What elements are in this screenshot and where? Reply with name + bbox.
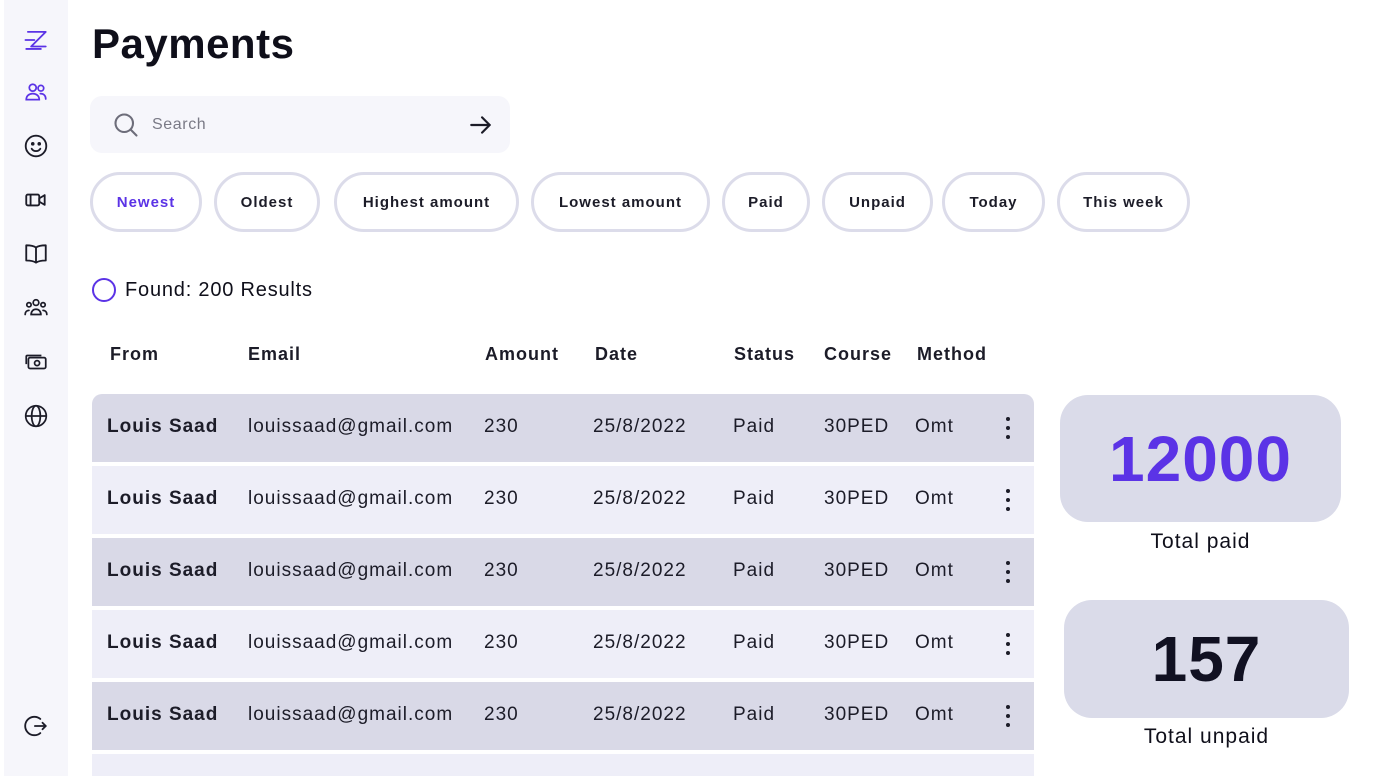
cell-email: louissaad@gmail.com	[248, 560, 454, 581]
total-paid-label: Total paid	[1150, 530, 1251, 553]
cell-email: louissaad@gmail.com	[248, 632, 454, 653]
cell-email: louissaad@gmail.com	[248, 704, 454, 725]
cell-date: 25/8/2022	[593, 416, 687, 437]
cell-course: 30PED	[824, 488, 890, 509]
filter-highest-amount[interactable]: Highest amount	[334, 172, 519, 232]
filter-paid[interactable]: Paid	[722, 172, 810, 232]
more-options-icon[interactable]	[998, 630, 1018, 658]
total-unpaid-label: Total unpaid	[1143, 725, 1270, 748]
logout-icon[interactable]	[20, 710, 52, 742]
cell-method: Omt	[915, 632, 954, 653]
table-row[interactable]: Louis Saad louissaad@gmail.com 230 25/8/…	[92, 682, 1034, 750]
globe-icon[interactable]	[20, 400, 52, 432]
cell-from: Louis Saad	[107, 560, 219, 581]
sidebar	[4, 0, 68, 776]
table-row[interactable]: Louis Saad louissaad@gmail.com 230 25/8/…	[92, 538, 1034, 606]
cell-amount: 230	[484, 704, 519, 725]
total-paid-value: 12000	[1060, 395, 1341, 522]
results-count-text: Found: 200 Results	[125, 278, 313, 301]
search-icon	[114, 113, 138, 137]
cell-course: 30PED	[824, 416, 890, 437]
filter-this-week[interactable]: This week	[1057, 172, 1190, 232]
filter-lowest-amount[interactable]: Lowest amount	[531, 172, 710, 232]
payments-icon[interactable]	[20, 346, 52, 378]
cell-status: Paid	[733, 416, 776, 437]
table-row[interactable]	[92, 754, 1034, 776]
col-course[interactable]: Course	[824, 344, 892, 365]
table-row[interactable]: Louis Saad louissaad@gmail.com 230 25/8/…	[92, 466, 1034, 534]
cell-course: 30PED	[824, 632, 890, 653]
results-count: Found: 200 Results	[92, 278, 313, 302]
filter-unpaid[interactable]: Unpaid	[822, 172, 933, 232]
cell-status: Paid	[733, 560, 776, 581]
cell-amount: 230	[484, 560, 519, 581]
page-title: Payments	[92, 20, 295, 67]
cell-from: Louis Saad	[107, 632, 219, 653]
cell-amount: 230	[484, 632, 519, 653]
cell-from: Louis Saad	[107, 416, 219, 437]
cell-course: 30PED	[824, 560, 890, 581]
col-amount[interactable]: Amount	[485, 344, 559, 365]
cell-date: 25/8/2022	[593, 632, 687, 653]
cell-from: Louis Saad	[107, 488, 219, 509]
filter-oldest[interactable]: Oldest	[214, 172, 320, 232]
cell-date: 25/8/2022	[593, 560, 687, 581]
cell-course: 30PED	[824, 704, 890, 725]
cell-method: Omt	[915, 560, 954, 581]
table-row[interactable]: Louis Saad louissaad@gmail.com 230 25/8/…	[92, 394, 1034, 462]
more-options-icon[interactable]	[998, 558, 1018, 586]
cell-amount: 230	[484, 416, 519, 437]
table-row[interactable]: Louis Saad louissaad@gmail.com 230 25/8/…	[92, 610, 1034, 678]
more-options-icon[interactable]	[998, 702, 1018, 730]
cell-from: Louis Saad	[107, 704, 219, 725]
cell-method: Omt	[915, 488, 954, 509]
col-status[interactable]: Status	[734, 344, 795, 365]
cell-status: Paid	[733, 704, 776, 725]
filter-newest[interactable]: Newest	[90, 172, 202, 232]
total-unpaid-value: 157	[1064, 600, 1349, 718]
col-date[interactable]: Date	[595, 344, 638, 365]
logo-icon[interactable]	[20, 24, 52, 56]
arrow-right-icon[interactable]	[468, 112, 494, 138]
cell-status: Paid	[733, 488, 776, 509]
more-options-icon[interactable]	[998, 414, 1018, 442]
spinner-icon	[92, 278, 116, 302]
cell-email: louissaad@gmail.com	[248, 416, 454, 437]
col-method[interactable]: Method	[917, 344, 987, 365]
smile-icon[interactable]	[20, 130, 52, 162]
group-icon[interactable]	[20, 292, 52, 324]
col-email[interactable]: Email	[248, 344, 301, 365]
cell-date: 25/8/2022	[593, 704, 687, 725]
cell-method: Omt	[915, 416, 954, 437]
cell-status: Paid	[733, 632, 776, 653]
book-icon[interactable]	[20, 238, 52, 270]
cell-date: 25/8/2022	[593, 488, 687, 509]
cell-method: Omt	[915, 704, 954, 725]
cell-amount: 230	[484, 488, 519, 509]
users-icon[interactable]	[20, 76, 52, 108]
cell-email: louissaad@gmail.com	[248, 488, 454, 509]
more-options-icon[interactable]	[998, 486, 1018, 514]
search-bar	[90, 96, 510, 153]
search-input[interactable]	[152, 110, 452, 140]
filter-today[interactable]: Today	[942, 172, 1045, 232]
video-icon[interactable]	[20, 184, 52, 216]
col-from[interactable]: From	[110, 344, 159, 365]
